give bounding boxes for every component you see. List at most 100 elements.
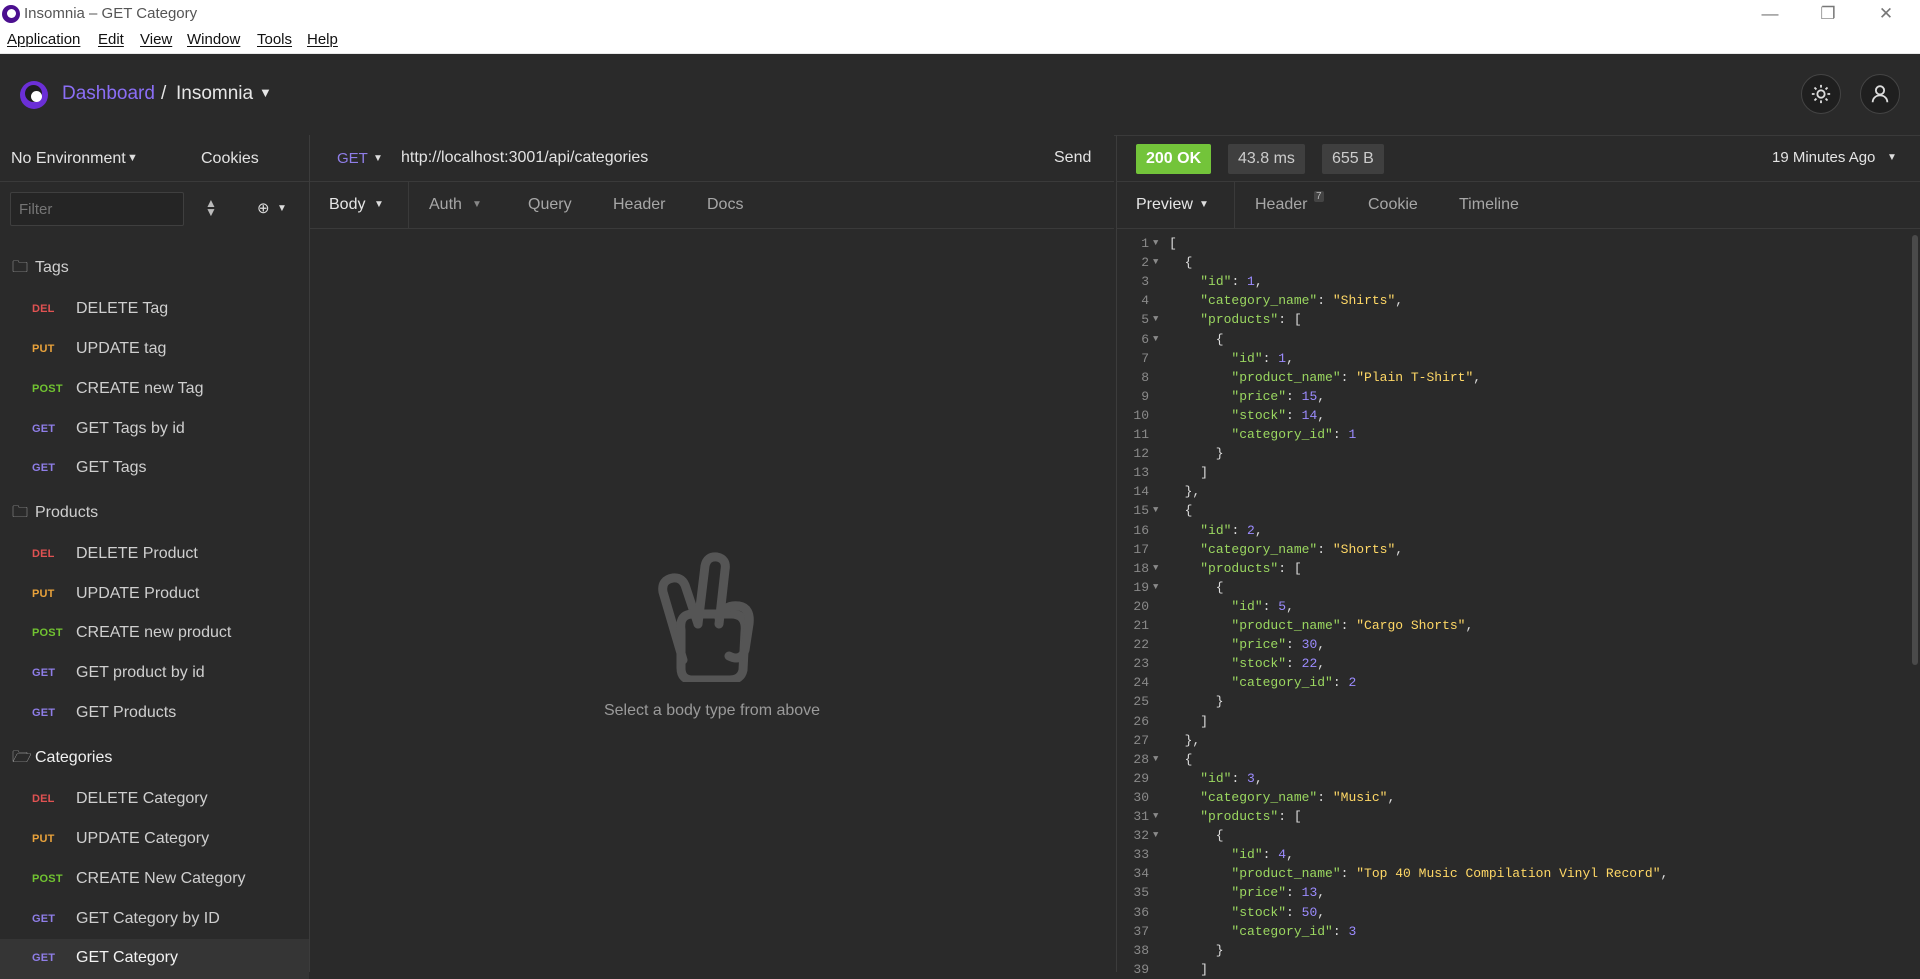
- fold-toggle-icon[interactable]: ▼: [1153, 238, 1158, 248]
- fold-toggle-icon[interactable]: ▼: [1153, 563, 1158, 573]
- history-dropdown-icon[interactable]: ▼: [1887, 152, 1897, 163]
- code-line: }: [1169, 446, 1224, 462]
- minimize-icon[interactable]: —: [1750, 2, 1790, 26]
- fold-toggle-icon[interactable]: ▼: [1153, 830, 1158, 840]
- request-name: GET product by id: [76, 664, 205, 681]
- add-dropdown-icon[interactable]: ▼: [277, 203, 287, 214]
- environment-bar: No Environment ▼ Cookies: [0, 135, 309, 182]
- fold-toggle-icon[interactable]: ▼: [1153, 505, 1158, 515]
- settings-gear-icon[interactable]: [1801, 74, 1841, 114]
- method-badge: POST: [32, 873, 63, 885]
- sort-icon[interactable]: ▲ ▼: [205, 197, 217, 218]
- menu-help[interactable]: Help: [307, 31, 338, 48]
- environment-dropdown-icon[interactable]: ▼: [127, 152, 138, 164]
- code-line: ]: [1169, 465, 1209, 481]
- request-item[interactable]: GET GET Products: [0, 694, 309, 734]
- request-item-active[interactable]: GET GET Category: [0, 939, 309, 979]
- request-item[interactable]: DEL DELETE Product: [0, 535, 309, 575]
- add-item-icon[interactable]: ⊕: [257, 199, 270, 217]
- request-item[interactable]: POST CREATE new product: [0, 614, 309, 654]
- fold-toggle-icon[interactable]: ▼: [1153, 314, 1158, 324]
- request-name: DELETE Tag: [76, 300, 169, 317]
- workspace-name[interactable]: Insomnia: [176, 83, 253, 105]
- environment-selector[interactable]: No Environment: [11, 150, 126, 168]
- line-number: 1: [1141, 236, 1149, 251]
- code-line: "products": [: [1200, 312, 1302, 328]
- code-line: {: [1169, 828, 1224, 844]
- fold-toggle-icon[interactable]: ▼: [1153, 811, 1158, 821]
- tab-response-header[interactable]: Header: [1255, 196, 1307, 214]
- request-item[interactable]: POST CREATE new Tag: [0, 370, 309, 410]
- account-user-icon[interactable]: [1860, 74, 1900, 114]
- request-item[interactable]: DEL DELETE Category: [0, 780, 309, 820]
- line-number: 11: [1133, 427, 1149, 442]
- url-input[interactable]: http://localhost:3001/api/categories: [401, 149, 648, 167]
- response-scrollbar[interactable]: [1912, 235, 1918, 665]
- response-body-viewer[interactable]: 1 ▼ [2 ▼ {3 "id": 1, 4 "category_name": "Shi…: [1116, 229, 1920, 977]
- fold-toggle-icon[interactable]: ▼: [1153, 257, 1158, 267]
- line-number: 8: [1141, 369, 1149, 385]
- request-item[interactable]: POST CREATE New Category: [0, 860, 309, 900]
- request-item[interactable]: PUT UPDATE Product: [0, 575, 309, 615]
- request-item[interactable]: PUT UPDATE Category: [0, 820, 309, 860]
- code-line: "products": [: [1200, 560, 1302, 576]
- tab-timeline[interactable]: Timeline: [1459, 196, 1519, 214]
- line-number: 4: [1141, 293, 1149, 309]
- tab-body[interactable]: Body ▼: [310, 182, 409, 228]
- tab-preview[interactable]: Preview ▼: [1117, 182, 1235, 228]
- response-history-selector[interactable]: 19 Minutes Ago: [1772, 149, 1875, 166]
- insomnia-logo-icon: [20, 81, 48, 109]
- code-line: "price": 30,: [1231, 637, 1326, 653]
- method-dropdown-icon[interactable]: ▼: [373, 153, 383, 164]
- menu-window[interactable]: Window: [187, 31, 240, 48]
- peace-hand-icon: [653, 552, 769, 687]
- code-line: "category_name": "Music",: [1200, 789, 1396, 805]
- line-number: 24: [1133, 675, 1149, 691]
- tab-auth[interactable]: Auth: [429, 196, 462, 214]
- request-name: UPDATE Category: [76, 830, 210, 847]
- method-badge: GET: [32, 707, 56, 719]
- folder-products[interactable]: 🗀 Products: [12, 501, 98, 528]
- tab-cookie[interactable]: Cookie: [1368, 196, 1418, 214]
- fold-toggle-icon[interactable]: ▼: [1153, 754, 1158, 764]
- filter-input[interactable]: [10, 192, 184, 226]
- request-item[interactable]: GET GET Tags: [0, 449, 309, 489]
- folder-categories[interactable]: 🗁 Categories: [12, 746, 112, 773]
- chevron-down-icon[interactable]: ▼: [472, 199, 482, 210]
- line-number: 29: [1133, 770, 1149, 786]
- line-number: 36: [1133, 904, 1149, 920]
- request-item[interactable]: GET GET Category by ID: [0, 900, 309, 940]
- folder-label: Products: [35, 504, 99, 521]
- method-badge: GET: [32, 952, 56, 964]
- code-line: "id": 5,: [1231, 598, 1294, 614]
- tab-header[interactable]: Header: [613, 196, 665, 214]
- code-line: ]: [1169, 713, 1209, 729]
- code-line: {: [1169, 579, 1224, 595]
- fold-toggle-icon[interactable]: ▼: [1153, 334, 1158, 344]
- breadcrumb-dashboard[interactable]: Dashboard: [62, 83, 155, 105]
- tab-docs[interactable]: Docs: [707, 196, 743, 214]
- fold-toggle-icon[interactable]: ▼: [1153, 582, 1158, 592]
- request-item[interactable]: GET GET Tags by id: [0, 410, 309, 450]
- request-item[interactable]: GET GET product by id: [0, 654, 309, 694]
- menu-application[interactable]: Application: [7, 31, 80, 48]
- folder-tags[interactable]: 🗀 Tags: [12, 256, 69, 283]
- method-selector[interactable]: GET: [337, 150, 368, 167]
- close-icon[interactable]: ✕: [1866, 2, 1906, 26]
- folder-label: Tags: [35, 259, 69, 276]
- method-badge: DEL: [32, 303, 55, 315]
- request-name: CREATE new product: [76, 624, 232, 641]
- cookies-button[interactable]: Cookies: [201, 150, 259, 168]
- workspace-dropdown-icon[interactable]: ▼: [259, 85, 272, 100]
- send-button[interactable]: Send: [1054, 149, 1091, 167]
- restore-icon[interactable]: ❐: [1808, 2, 1848, 26]
- request-tabs: Body ▼ Auth ▼ Query Header Docs: [310, 182, 1114, 229]
- menu-view[interactable]: View: [140, 31, 172, 48]
- menu-tools[interactable]: Tools: [257, 31, 292, 48]
- menu-edit[interactable]: Edit: [98, 31, 124, 48]
- method-badge: PUT: [32, 588, 55, 600]
- request-item[interactable]: DEL DELETE Tag: [0, 290, 309, 330]
- tab-query[interactable]: Query: [528, 196, 572, 214]
- line-number: 12: [1133, 446, 1149, 462]
- request-item[interactable]: PUT UPDATE tag: [0, 330, 309, 370]
